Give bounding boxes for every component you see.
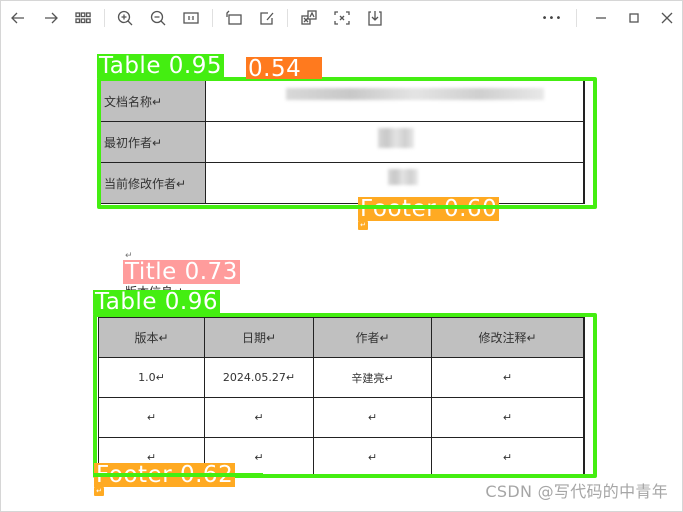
zoom-in-button[interactable] — [114, 7, 136, 29]
detection-label-orange: 0.54 — [246, 57, 322, 81]
detection-box-edge — [93, 473, 263, 477]
more-button[interactable]: ••• — [540, 7, 564, 29]
translate-icon — [301, 10, 317, 25]
redacted-text — [378, 128, 414, 148]
toolbar-separator — [576, 9, 577, 27]
original-author-value — [205, 121, 585, 163]
cell-notes: ↵ — [431, 437, 584, 478]
detection-box-edge — [358, 205, 523, 209]
header-notes: 修改注释↵ — [431, 317, 584, 358]
toolbar: ••• — [1, 1, 683, 35]
rotate-button[interactable] — [223, 7, 245, 29]
redacted-text — [388, 169, 418, 185]
cell-author: ↵ — [313, 397, 432, 438]
grid-view-icon — [75, 12, 91, 24]
detection-label-table-1: Table 0.95 — [97, 53, 224, 79]
header-version: 版本↵ — [98, 317, 205, 358]
forward-button[interactable] — [40, 7, 62, 29]
detection-label-footer-1: Footer 0.60 — [358, 196, 500, 222]
table-row: 最初作者↵ — [99, 121, 585, 163]
table-row: 文档名称↵ — [99, 80, 585, 122]
close-icon — [661, 12, 673, 24]
more-icon: ••• — [541, 12, 563, 24]
maximize-icon — [629, 13, 639, 23]
cell-date: 2024.05.27↵ — [204, 357, 314, 398]
doc-info-table: 文档名称↵ 最初作者↵ 当前修改作者↵ — [99, 80, 585, 204]
cell-date: ↵ — [204, 397, 314, 438]
toolbar-separator — [287, 9, 288, 27]
detection-label-table-2: Table 0.96 — [93, 289, 220, 315]
back-icon — [11, 12, 24, 24]
detection-label-title: Title 0.73 — [123, 259, 240, 285]
cell-author: ↵ — [313, 437, 432, 478]
table-row: 当前修改作者↵ — [99, 162, 585, 204]
edit-button[interactable] — [256, 7, 278, 29]
cell-notes: ↵ — [431, 357, 584, 398]
forward-icon — [45, 12, 58, 24]
cell-version: 1.0↵ — [98, 357, 205, 398]
close-button[interactable] — [656, 7, 678, 29]
footer-marker: ↵ — [94, 487, 104, 496]
image-viewer-window: ••• 文档名称↵ 最初作者↵ 当前修改作者↵ ↵ 版本↵ 日期↵ 作者↵ 修改… — [0, 0, 683, 512]
zoom-out-icon — [150, 10, 166, 26]
table-row: ↵ ↵ ↵ ↵ — [98, 397, 584, 438]
header-date: 日期↵ — [204, 317, 314, 358]
zoom-out-button[interactable] — [147, 7, 169, 29]
back-button[interactable] — [7, 7, 29, 29]
doc-name-label: 文档名称↵ — [99, 80, 206, 122]
minimize-icon — [596, 17, 606, 19]
toolbar-separator — [104, 9, 105, 27]
watermark: CSDN @写代码的中青年 — [485, 482, 668, 501]
table-edge-rule — [583, 317, 585, 475]
current-editor-label: 当前修改作者↵ — [99, 162, 206, 204]
cell-version: ↵ — [98, 397, 205, 438]
toolbar-separator — [212, 9, 213, 27]
original-author-label: 最初作者↵ — [99, 121, 206, 163]
redacted-text — [286, 88, 544, 100]
save-icon — [368, 11, 382, 26]
doc-name-value — [205, 80, 585, 122]
cell-notes: ↵ — [431, 397, 584, 438]
zoom-in-icon — [117, 10, 133, 26]
minimize-button[interactable] — [590, 7, 612, 29]
rotate-icon — [226, 10, 242, 25]
cell-author: 辛建亮↵ — [313, 357, 432, 398]
maximize-button[interactable] — [623, 7, 645, 29]
save-button[interactable] — [364, 7, 386, 29]
extract-text-icon — [334, 11, 350, 25]
header-author: 作者↵ — [313, 317, 432, 358]
table-header-row: 版本↵ 日期↵ 作者↵ 修改注释↵ — [98, 317, 584, 358]
extract-text-button[interactable] — [331, 7, 353, 29]
grid-view-button[interactable] — [72, 7, 94, 29]
table-edge-rule — [583, 80, 585, 204]
table-row: 1.0↵ 2024.05.27↵ 辛建亮↵ ↵ — [98, 357, 584, 398]
actual-size-button[interactable] — [180, 7, 202, 29]
edit-icon — [260, 12, 274, 25]
translate-button[interactable] — [298, 7, 320, 29]
actual-size-icon — [183, 12, 199, 24]
footer-marker: ↵ — [358, 221, 368, 230]
version-table: 版本↵ 日期↵ 作者↵ 修改注释↵ 1.0↵ 2024.05.27↵ 辛建亮↵ … — [98, 317, 584, 478]
